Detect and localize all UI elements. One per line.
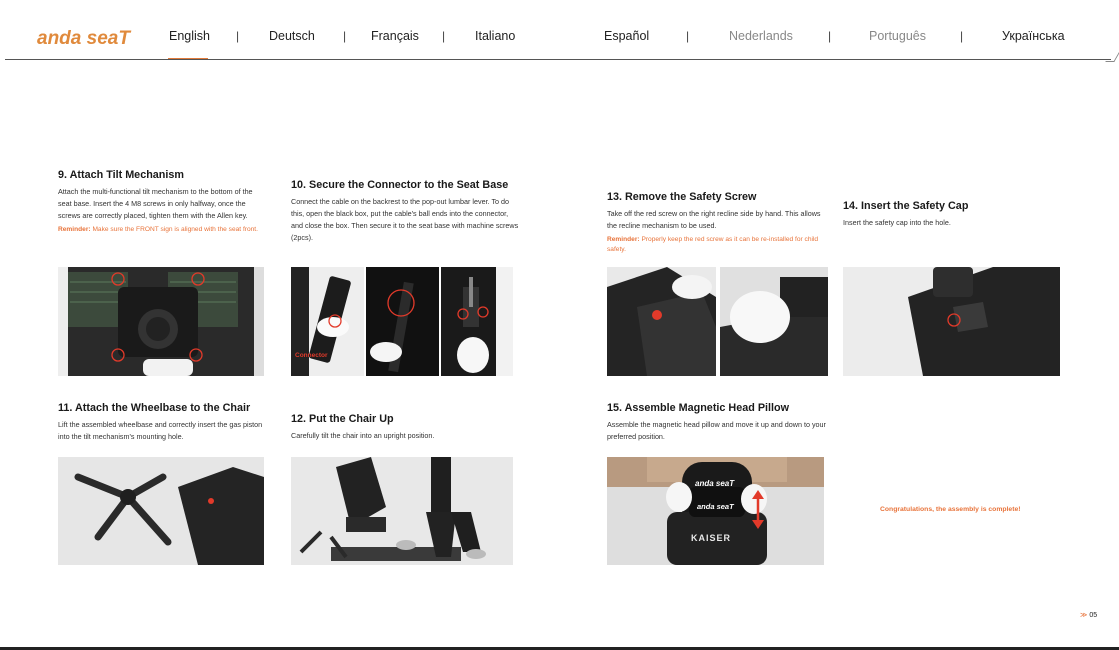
step-title: 10. Secure the Connector to the Seat Bas… — [291, 179, 509, 191]
step-reminder: Reminder: Properly keep the red screw as… — [607, 236, 819, 253]
anda-seat-logo: anda seaT — [37, 28, 131, 49]
pillow-logo-top: anda seaT — [695, 479, 735, 488]
lang-separator: | — [828, 29, 832, 43]
pillow-logo: anda seaT — [697, 502, 734, 511]
step-12-photo — [291, 457, 513, 565]
step-11-photo — [58, 457, 264, 565]
step-description: Insert the safety cap into the hole. — [843, 218, 951, 227]
page-marker-icon: ≫ — [1080, 612, 1088, 619]
lang-espanol[interactable]: Español — [604, 29, 649, 43]
header-divider — [5, 59, 1111, 60]
step-title: 11. Attach the Wheelbase to the Chair — [58, 402, 251, 414]
header-divider-end — [1105, 49, 1119, 62]
chair-brand-label: KAISER — [691, 533, 732, 543]
step-14-photo — [843, 267, 1060, 376]
completion-message: Congratulations, the assembly is complet… — [880, 506, 1021, 513]
lang-separator: | — [343, 29, 347, 43]
step-13: 13. Remove the Safety Screw Take off the… — [607, 191, 827, 255]
svg-text:anda seaT: anda seaT — [37, 28, 131, 49]
step-10-photo-3 — [441, 267, 513, 376]
step-9: 9. Attach Tilt Mechanism Attach the mult… — [58, 169, 268, 235]
step-15-photo: anda seaT anda seaT KAISER — [607, 457, 824, 565]
step-13-photo-1 — [607, 267, 716, 376]
step-description: Take off the red screw on the right recl… — [607, 209, 821, 230]
step-9-photo — [58, 267, 264, 376]
step-12: 12. Put the Chair Up Carefully tilt the … — [291, 413, 506, 442]
connector-label: Connector — [295, 352, 328, 359]
step-title: 12. Put the Chair Up — [291, 413, 394, 425]
step-10-photo-2 — [366, 267, 439, 376]
step-description: Connect the cable on the backrest to the… — [291, 197, 519, 242]
step-reminder: Reminder: Make sure the FRONT sign is al… — [58, 226, 258, 233]
step-13-photo-2 — [720, 267, 828, 376]
lang-separator: | — [442, 29, 446, 43]
lang-francais[interactable]: Français — [371, 29, 419, 43]
lang-separator: | — [960, 29, 964, 43]
page-number: ≫ 05 — [1080, 612, 1098, 619]
lang-ukrainian[interactable]: Українська — [1002, 29, 1065, 43]
step-14: 14. Insert the Safety Cap Insert the saf… — [843, 200, 1043, 229]
lang-nederlands[interactable]: Nederlands — [729, 29, 793, 43]
step-title: 14. Insert the Safety Cap — [843, 200, 969, 212]
step-description: Attach the multi-functional tilt mechani… — [58, 187, 253, 220]
step-description: Assemble the magnetic head pillow and mo… — [607, 420, 826, 441]
step-15: 15. Assemble Magnetic Head Pillow Assemb… — [607, 402, 827, 443]
step-description: Lift the assembled wheelbase and correct… — [58, 420, 263, 441]
step-title: 13. Remove the Safety Screw — [607, 191, 757, 203]
lang-separator: | — [686, 29, 690, 43]
step-title: 15. Assemble Magnetic Head Pillow — [607, 402, 790, 414]
step-10-photo-1: Connector — [291, 267, 364, 376]
lang-english[interactable]: English — [169, 29, 210, 43]
step-11: 11. Attach the Wheelbase to the Chair Li… — [58, 402, 273, 443]
lang-deutsch[interactable]: Deutsch — [269, 29, 315, 43]
step-description: Carefully tilt the chair into an upright… — [291, 431, 435, 440]
lang-portugues[interactable]: Português — [869, 29, 926, 43]
lang-italiano[interactable]: Italiano — [475, 29, 515, 43]
step-10: 10. Secure the Connector to the Seat Bas… — [291, 179, 521, 244]
lang-separator: | — [236, 29, 240, 43]
step-title: 9. Attach Tilt Mechanism — [58, 169, 184, 181]
language-nav-bar: anda seaT English | Deutsch | Français |… — [0, 0, 1119, 62]
